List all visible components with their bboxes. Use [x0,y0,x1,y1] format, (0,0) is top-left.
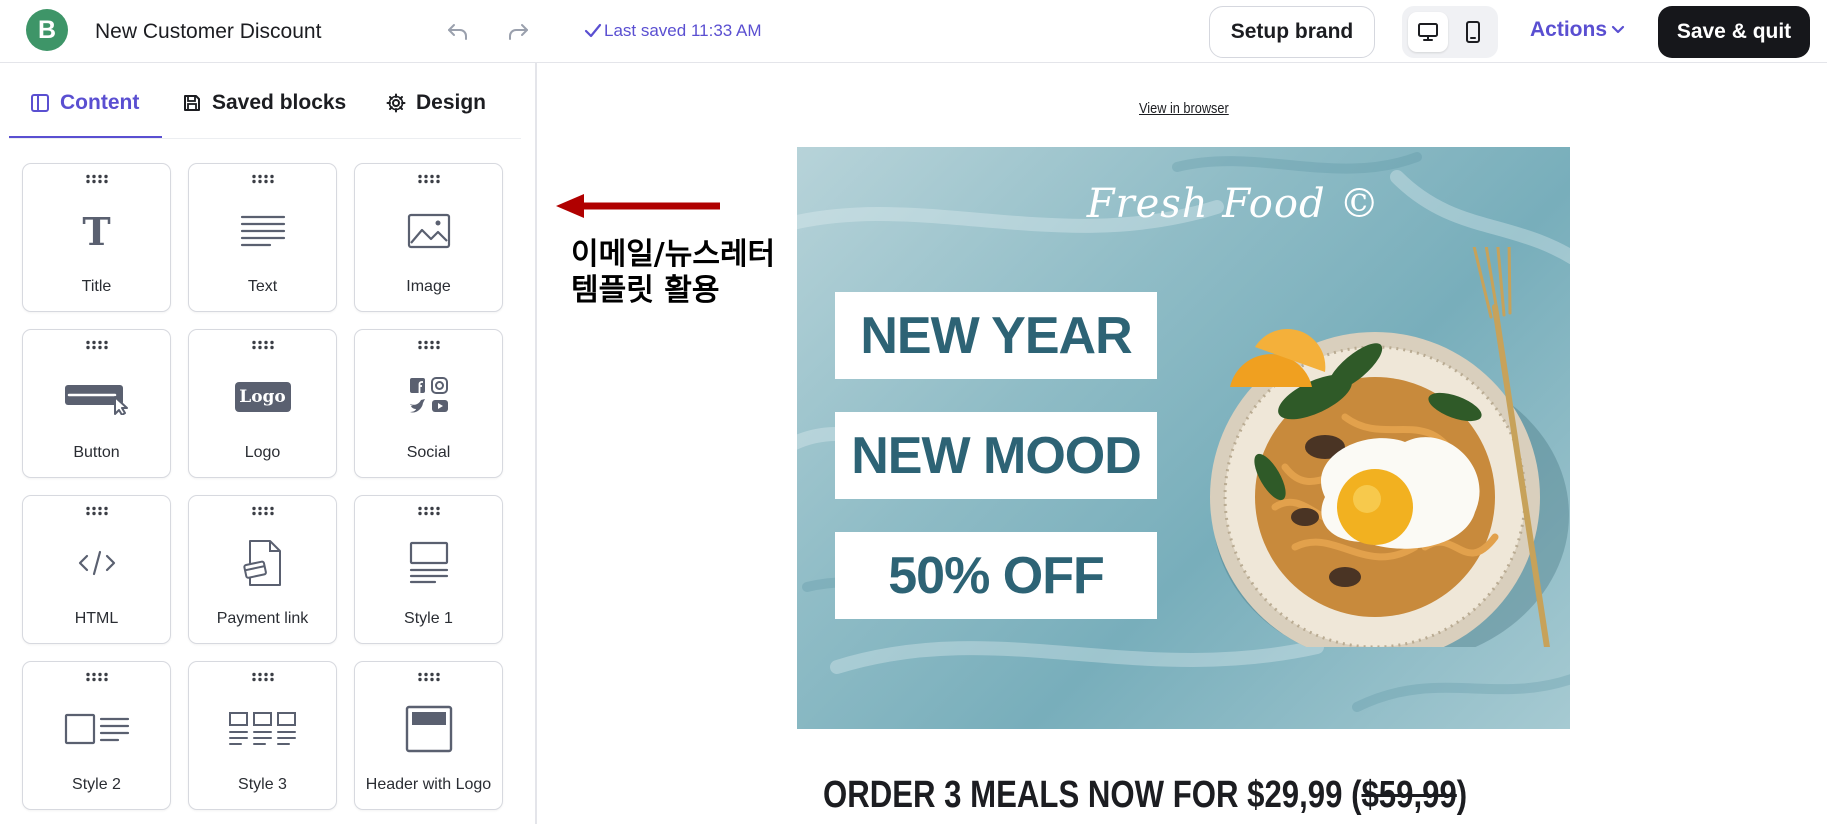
block-html[interactable]: HTML [22,495,171,644]
style3-icon [189,706,336,752]
drag-handle-icon[interactable] [85,174,109,184]
block-text[interactable]: Text [188,163,337,312]
tab-label: Saved blocks [212,91,347,114]
style1-icon [355,540,502,586]
block-label: Payment link [216,610,309,627]
promo-line: NEW MOOD [835,412,1157,499]
drag-handle-icon[interactable] [417,672,441,682]
block-label: Title [81,278,112,295]
mobile-icon [1466,21,1480,43]
view-in-browser-link[interactable]: View in browser [1139,100,1229,117]
block-label: Button [73,444,120,461]
offer-old-price: $59,99 [1361,774,1457,816]
drag-handle-icon[interactable] [417,174,441,184]
drag-handle-icon[interactable] [85,672,109,682]
block-label: Style 2 [72,776,121,793]
block-label: Logo [244,444,281,461]
app-logo[interactable]: B [26,9,68,51]
hero-image[interactable]: Fresh Food © NEW YEAR NEW MOOD 50% OFF [797,147,1570,729]
device-toggle [1402,6,1498,58]
social-icon [355,374,502,420]
block-label: Image [406,278,451,295]
tabs-divider [9,138,521,139]
annotation-arrow-icon [556,194,720,218]
annotation-callout: 이메일/뉴스레터 템플릿 활용 [571,237,775,309]
chevron-down-icon [1611,25,1625,34]
drag-handle-icon[interactable] [251,672,275,682]
undo-button[interactable] [446,18,470,44]
undo-icon [448,24,467,40]
drag-handle-icon[interactable] [251,506,275,516]
save-status: Last saved 11:33 AM [584,21,762,41]
block-label: Style 1 [404,610,453,627]
desktop-view-button[interactable] [1408,12,1448,52]
brand-wordmark: Fresh Food © [1086,181,1381,227]
title-icon: T [23,208,170,254]
top-bar: B New Customer Discount Last saved 11:33… [0,0,1827,63]
redo-icon [509,24,528,40]
block-style-3[interactable]: Style 3 [188,661,337,810]
content-panel: Content Saved blocks Design T Title Text [0,63,537,824]
gear-icon [386,93,406,113]
mobile-view-button[interactable] [1453,12,1493,52]
image-icon [355,208,502,254]
tab-label: Design [416,91,487,114]
block-style-1[interactable]: Style 1 [354,495,503,644]
block-social[interactable]: Social [354,329,503,478]
setup-brand-button[interactable]: Setup brand [1209,6,1375,58]
block-label: HTML [74,610,119,627]
drag-handle-icon[interactable] [85,340,109,350]
offer-text: ORDER 3 MEALS NOW FOR $29,99 ( [823,774,1362,816]
drag-handle-icon[interactable] [251,340,275,350]
block-label: Social [406,444,451,461]
block-label: Header with Logo [365,776,492,793]
promo-line: 50% OFF [835,532,1157,619]
tab-design[interactable]: Design [386,85,486,121]
block-button[interactable]: Button [22,329,171,478]
desktop-icon [1418,23,1438,41]
save-status-text: Last saved 11:33 AM [604,21,762,40]
drag-handle-icon[interactable] [417,506,441,516]
text-icon [189,208,336,254]
button-icon [23,374,170,420]
actions-menu[interactable]: Actions [1530,18,1625,42]
block-label: Text [247,278,278,295]
offer-close: ) [1456,774,1468,816]
code-icon [23,540,170,586]
style2-icon [23,706,170,752]
annotation-line: 템플릿 활용 [571,273,720,308]
save-and-quit-button[interactable]: Save & quit [1658,6,1810,58]
block-logo[interactable]: Logo Logo [188,329,337,478]
save-icon [184,95,200,111]
tab-saved-blocks[interactable]: Saved blocks [182,85,346,121]
block-title[interactable]: T Title [22,163,171,312]
logo-icon: Logo [189,374,336,420]
tab-content[interactable]: Content [30,85,139,121]
title-glyph: T [82,208,111,254]
redo-button[interactable] [506,18,530,44]
payment-link-icon [189,540,336,586]
drag-handle-icon[interactable] [417,340,441,350]
checkmark-icon [584,23,602,38]
promo-line: NEW YEAR [835,292,1157,379]
block-header-with-logo[interactable]: Header with Logo [354,661,503,810]
block-payment-link[interactable]: Payment link [188,495,337,644]
tab-label: Content [60,91,140,114]
block-label: Style 3 [238,776,287,793]
block-style-2[interactable]: Style 2 [22,661,171,810]
block-image[interactable]: Image [354,163,503,312]
drag-handle-icon[interactable] [251,174,275,184]
document-title[interactable]: New Customer Discount [95,20,321,44]
drag-handle-icon[interactable] [85,506,109,516]
food-plate-illustration [1210,247,1569,647]
header-logo-icon [355,705,502,753]
actions-label: Actions [1530,18,1608,41]
offer-headline: ORDER 3 MEALS NOW FOR $29,99 ($59,99) [823,774,1467,817]
annotation-line: 이메일/뉴스레터 [571,237,776,272]
layout-icon [31,94,49,112]
logo-glyph: Logo [234,382,291,412]
